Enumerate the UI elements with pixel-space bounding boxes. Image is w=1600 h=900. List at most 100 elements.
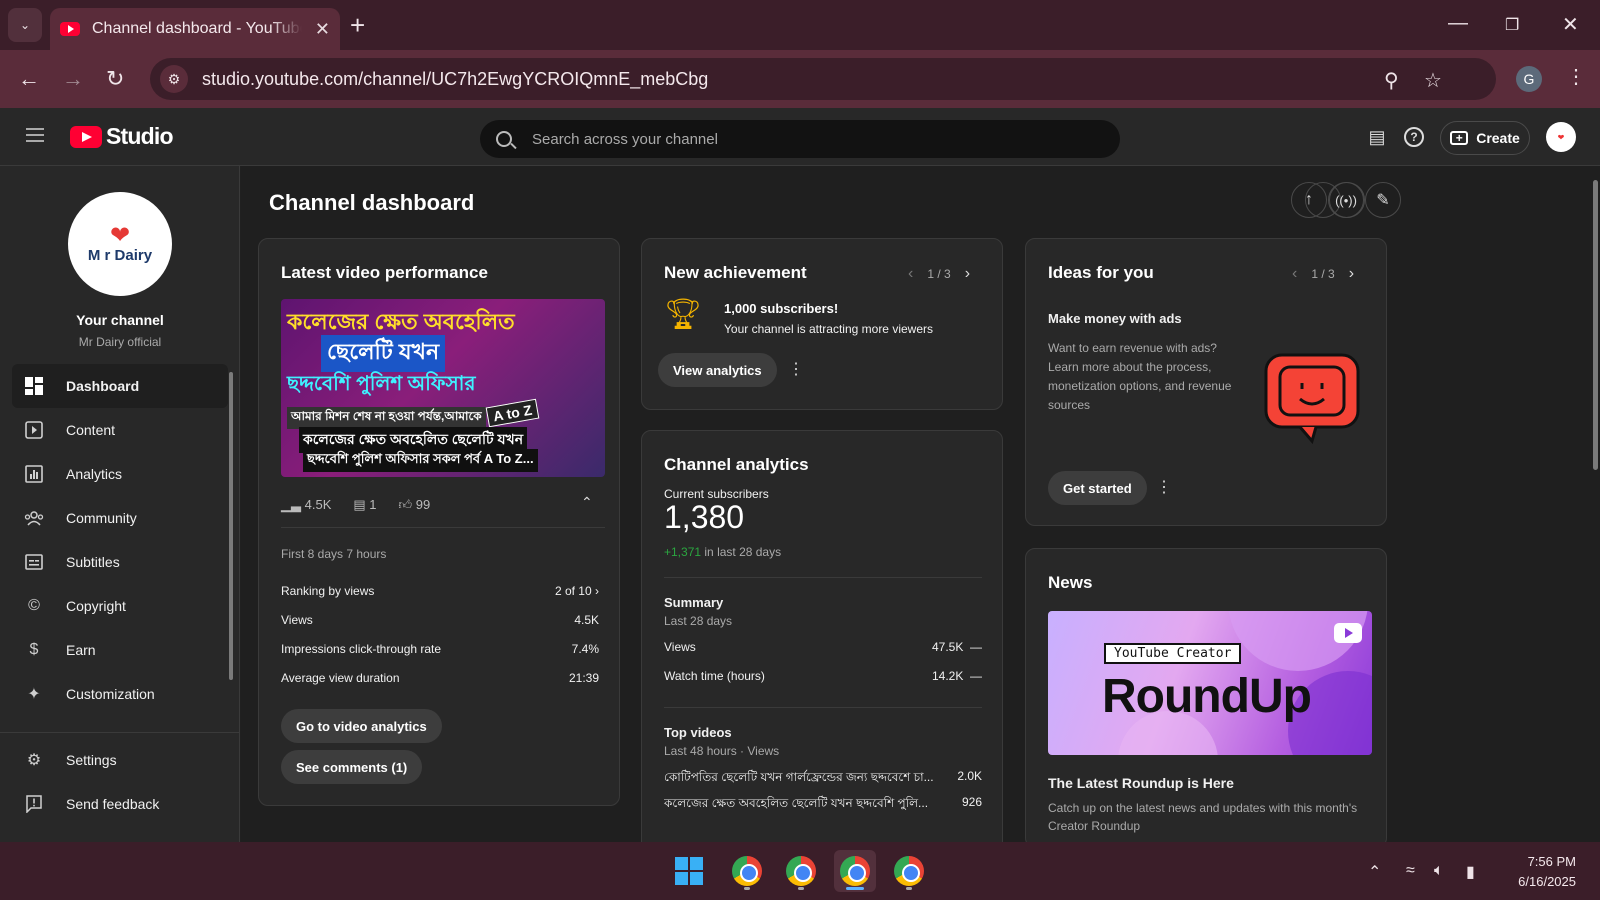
ctr-label: Impressions click-through rate xyxy=(281,642,442,656)
back-icon[interactable]: ← xyxy=(18,66,40,92)
help-icon[interactable]: ? xyxy=(1404,127,1424,147)
sidebar-scrollbar[interactable] xyxy=(228,362,234,722)
start-button[interactable] xyxy=(668,850,710,892)
sidebar-nav: Dashboard Content Analytics Community Su… xyxy=(12,364,228,716)
sidebar-item-copyright[interactable]: © Copyright xyxy=(12,584,228,628)
bookmark-star-icon[interactable]: ☆ xyxy=(1424,68,1442,93)
restore-icon[interactable]: ❐ xyxy=(1505,15,1519,35)
address-bar[interactable]: ⚙ studio.youtube.com/channel/UC7h2EwgYCR… xyxy=(150,58,1496,100)
studio-logo[interactable]: Studio xyxy=(70,123,174,150)
divider xyxy=(664,577,982,578)
url-text[interactable]: studio.youtube.com/channel/UC7h2EwgYCROI… xyxy=(202,69,708,90)
thumb-text: আমার মিশন শেষ না হওয়া পর্যন্ত,আমাকে xyxy=(287,407,486,429)
sidebar-item-subtitles[interactable]: Subtitles xyxy=(12,540,228,584)
taskbar-chrome-3[interactable] xyxy=(834,850,876,892)
community-icon xyxy=(24,508,44,528)
go-to-video-analytics-button[interactable]: Go to video analytics xyxy=(281,709,442,743)
browser-toolbar: ← → ↻ ⚙ studio.youtube.com/channel/UC7h2… xyxy=(0,50,1600,108)
reload-icon[interactable]: ↻ xyxy=(106,66,124,92)
ranking-label: Ranking by views xyxy=(281,584,375,598)
taskbar-chrome-2[interactable] xyxy=(780,850,822,892)
collapse-chevron-icon[interactable]: ⌃ xyxy=(581,494,593,511)
browser-tab[interactable]: Channel dashboard - YouTube Studio ✕ xyxy=(50,8,340,50)
trophy-icon: 🏆︎ xyxy=(664,298,703,331)
search-input[interactable] xyxy=(532,130,1092,148)
thumb-badge: A to Z xyxy=(485,398,540,428)
more-options-icon[interactable]: ⋮ xyxy=(788,359,804,379)
top-video-row[interactable]: কোটিপতির ছেলেটি যখন গার্লফ্রেন্ডের জন্য … xyxy=(664,769,982,789)
subscribers-delta: +1,371 xyxy=(664,545,702,559)
avd-label: Average view duration xyxy=(281,671,400,685)
create-post-icon[interactable]: ✎ xyxy=(1365,182,1401,218)
taskbar-chrome-4[interactable] xyxy=(888,850,930,892)
sidebar-item-customization[interactable]: ✦ Customization xyxy=(12,672,228,716)
ctr-value: 7.4% xyxy=(571,642,599,656)
sidebar-item-feedback[interactable]: Send feedback xyxy=(12,782,228,826)
sidebar-scrollbar-thumb[interactable] xyxy=(229,372,233,680)
chevron-left-icon[interactable]: ‹ xyxy=(1292,265,1297,283)
sidebar-item-dashboard[interactable]: Dashboard xyxy=(12,364,228,408)
summary-views-row: Views 47.5K — xyxy=(664,640,982,654)
messages-icon[interactable]: ▤ xyxy=(1366,126,1388,148)
chevron-left-icon[interactable]: ‹ xyxy=(908,265,913,283)
idea-text: Want to earn revenue with ads? Learn mor… xyxy=(1048,341,1232,412)
video-thumbnail[interactable]: কলেজের ক্ষেত অবহেলিত ছেলেটি যখন ছদ্দবেশি… xyxy=(281,299,605,477)
new-tab-button[interactable]: + xyxy=(350,10,365,41)
views-label: Views xyxy=(281,613,313,627)
period-text: First 8 days 7 hours xyxy=(281,547,387,561)
achievement-card: New achievement ‹ 1 / 3 › 🏆︎ 1,000 subsc… xyxy=(641,238,1003,410)
hamburger-menu-icon[interactable] xyxy=(26,128,44,142)
close-window-icon[interactable]: ✕ xyxy=(1562,12,1579,37)
see-comments-button[interactable]: See comments (1) xyxy=(281,750,423,784)
chevron-right-icon[interactable]: › xyxy=(965,265,970,283)
tab-search-button[interactable]: ⌄ xyxy=(8,8,42,42)
site-info-icon[interactable]: ⚙ xyxy=(160,65,188,93)
sidebar-item-settings[interactable]: ⚙ Settings xyxy=(12,738,228,782)
battery-icon[interactable]: ▮ xyxy=(1466,862,1475,882)
news-text: Catch up on the latest news and updates … xyxy=(1048,801,1358,833)
zoom-icon[interactable]: ⚲ xyxy=(1384,68,1399,93)
sidebar-item-label: Send feedback xyxy=(66,796,160,812)
account-avatar[interactable]: ❤ xyxy=(1546,122,1576,152)
news-headline[interactable]: The Latest Roundup is Here xyxy=(1048,775,1234,791)
ads-tv-illustration-icon xyxy=(1264,353,1360,445)
forward-icon[interactable]: → xyxy=(62,66,84,92)
chevron-up-icon[interactable]: ⌃ xyxy=(1368,862,1381,882)
ranking-row[interactable]: Ranking by views 2 of 10 › xyxy=(281,584,599,598)
minimize-icon[interactable]: — xyxy=(1448,12,1468,35)
taskbar-chrome-1[interactable] xyxy=(726,850,768,892)
sidebar-item-analytics[interactable]: Analytics xyxy=(12,452,228,496)
channel-avatar[interactable]: ❤ M r Dairy xyxy=(68,192,172,296)
main-scrollbar-thumb[interactable] xyxy=(1593,180,1598,470)
card-title: Latest video performance xyxy=(281,263,488,282)
summary-period: Last 28 days xyxy=(664,614,733,628)
sidebar-item-earn[interactable]: $ Earn xyxy=(12,628,228,672)
settings-icon: ⚙ xyxy=(26,752,42,769)
volume-icon[interactable]: 🔈︎ xyxy=(1434,862,1444,880)
wifi-icon[interactable]: ≈ xyxy=(1406,862,1415,880)
chevron-right-icon[interactable]: › xyxy=(1349,265,1354,283)
sidebar-item-community[interactable]: Community xyxy=(12,496,228,540)
news-image[interactable]: YouTube Creator RoundUp xyxy=(1048,611,1372,755)
main-content: Channel dashboard ↑ ((•)) ✎ Latest video… xyxy=(241,166,1600,842)
comments-stat: ▤ 1 xyxy=(353,497,376,513)
get-started-button[interactable]: Get started xyxy=(1048,471,1147,505)
system-clock[interactable]: 7:56 PM 6/16/2025 xyxy=(1500,852,1576,892)
live-broadcast-icon[interactable]: ((•)) xyxy=(1328,182,1364,218)
top-video-row[interactable]: কলেজের ক্ষেত অবহেলিত ছেলেটি যখন ছদ্দবেশি… xyxy=(664,795,982,815)
search-bar[interactable] xyxy=(480,120,1120,158)
browser-menu-icon[interactable]: ⋮ xyxy=(1566,64,1586,89)
create-button[interactable]: + Create xyxy=(1440,121,1530,155)
search-icon xyxy=(496,131,512,147)
browser-profile-avatar[interactable]: G xyxy=(1516,66,1542,92)
more-options-icon[interactable]: ⋮ xyxy=(1156,477,1172,497)
summary-title: Summary xyxy=(664,595,724,610)
ideas-card: Ideas for you ‹ 1 / 3 › Make money with … xyxy=(1025,238,1387,526)
close-tab-icon[interactable]: ✕ xyxy=(315,19,330,40)
sidebar-item-content[interactable]: Content xyxy=(12,408,228,452)
running-indicator xyxy=(744,887,750,890)
news-image-title: RoundUp xyxy=(1102,670,1312,723)
customization-icon: ✦ xyxy=(27,686,41,703)
logo-text: Studio xyxy=(106,123,174,149)
view-analytics-button[interactable]: View analytics xyxy=(658,353,777,387)
